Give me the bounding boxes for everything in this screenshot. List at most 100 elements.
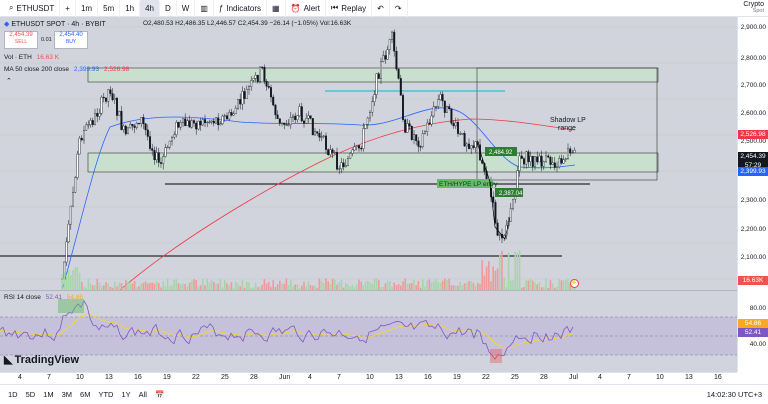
time-axis[interactable]: 4 7 10 13 16 19 22 25 28 Jun 4 7 10 13 16 19 22 25 28 Jul 4 7… (0, 372, 737, 384)
candle-body (261, 66, 264, 69)
volume-bar (279, 280, 281, 290)
rsi-pane[interactable]: RSI 14 close 52.41 54.86 ◣ TradingView (0, 290, 737, 372)
candle-body (331, 149, 334, 153)
candle-body (159, 162, 162, 164)
main-chart[interactable]: ETH/HYPE LP entry 2,484.92 2,387.04 Shad… (0, 17, 737, 290)
crypto-badge[interactable]: Crypto Spot (743, 1, 764, 15)
volume-tag: 16.63K (738, 276, 768, 285)
shadow-lp-label: Shadow LP (550, 117, 586, 124)
candle-body (311, 118, 314, 136)
collapse-legend-icon[interactable]: ⌃ (6, 77, 12, 85)
volume-bar (525, 280, 527, 290)
range-all[interactable]: All (135, 390, 151, 399)
range-3m[interactable]: 3M (58, 390, 76, 399)
candle-body (388, 39, 391, 50)
candle-body (155, 152, 158, 161)
volume-bar (241, 279, 244, 290)
alert-button[interactable]: ⏰ Alert (286, 0, 327, 17)
volume-bar (459, 281, 461, 290)
spread-value: 0.01 (41, 37, 52, 43)
candle-body (133, 125, 136, 128)
tf-5m[interactable]: 5m (98, 0, 121, 17)
candle-body (305, 118, 308, 124)
tf-1h[interactable]: 1h (120, 0, 141, 17)
symbol-search[interactable]: ⌕ ETHUSDT (4, 0, 61, 17)
candle-body (118, 110, 121, 116)
volume-bar (70, 275, 72, 290)
add-symbol-button[interactable]: + (60, 0, 76, 17)
candle-body (468, 143, 471, 149)
candle-body (153, 150, 156, 161)
volume-bar (208, 282, 211, 290)
tf-1m[interactable]: 1m (76, 0, 99, 17)
candle-body (347, 157, 350, 166)
candle-body (551, 162, 554, 165)
volume-bar (417, 281, 420, 290)
candle-body (186, 120, 189, 126)
layout-button[interactable]: ▦ (267, 0, 286, 17)
replay-button[interactable]: ⏮ Replay (326, 0, 373, 17)
candle-body (360, 147, 363, 150)
tradingview-logo[interactable]: ◣ TradingView (4, 353, 79, 367)
candle-body (366, 117, 369, 125)
volume-bar (532, 280, 534, 290)
time-label: 10 (656, 374, 664, 381)
price-axis[interactable]: 2,900.00 2,800.00 2,700.00 2,600.00 2,50… (737, 17, 768, 372)
buy-button[interactable]: 2,454.40 BUY (54, 31, 88, 49)
time-label: 22 (192, 374, 200, 381)
candle-body (316, 131, 319, 134)
chart-type-button[interactable]: ▥ (195, 0, 214, 17)
candle-body (263, 67, 266, 82)
volume-bar (369, 282, 371, 290)
range-5d[interactable]: 5D (22, 390, 40, 399)
sell-button[interactable]: 2,454.39 SELL (4, 31, 38, 49)
redo-button[interactable]: ↷ (390, 0, 408, 17)
volume-bar (496, 268, 499, 290)
volume-bar (373, 278, 376, 290)
chart-title: ◆ ETHUSDT SPOT · 4h · BYBIT (4, 21, 106, 28)
clock[interactable]: 14:02:30 UTC+3 (707, 390, 762, 399)
volume-bar (422, 279, 424, 290)
candle-body (474, 141, 477, 148)
volume-bar (166, 278, 169, 290)
undo-button[interactable]: ↶ (372, 0, 390, 17)
candle-body (375, 73, 378, 95)
ma200-tag: 2,526.98 (738, 130, 768, 139)
indicators-button[interactable]: ƒ Indicators (214, 0, 268, 17)
goto-date-icon[interactable]: 📅 (151, 390, 168, 399)
candle-body (67, 223, 70, 243)
candle-body (254, 74, 257, 79)
volume-bar (155, 281, 158, 290)
candle-body (439, 94, 442, 100)
candle-body (201, 119, 204, 126)
candle-body (380, 61, 383, 79)
candle-body (358, 145, 361, 149)
candle-body (364, 124, 367, 129)
candle-body (351, 149, 354, 154)
candle-body (329, 149, 332, 156)
range-6m[interactable]: 6M (76, 390, 94, 399)
time-label: 28 (250, 374, 258, 381)
candle-body (91, 120, 94, 125)
volume-bar (213, 281, 215, 290)
volume-bar (177, 283, 180, 290)
volume-bar (448, 278, 450, 290)
lightning-icon[interactable]: ⚡ (570, 279, 579, 288)
candle-body (225, 115, 228, 120)
tf-w[interactable]: W (177, 0, 196, 17)
volume-bar (518, 250, 521, 290)
tf-4h[interactable]: 4h (140, 0, 160, 17)
candle-body (457, 122, 460, 134)
plus-icon: + (65, 3, 70, 13)
candle-body (85, 124, 88, 131)
volume-bar (129, 283, 131, 290)
volume-bar (195, 279, 197, 290)
range-1y[interactable]: 1Y (117, 390, 134, 399)
volume-bar (96, 278, 98, 290)
range-1d[interactable]: 1D (4, 390, 22, 399)
volume-bar (567, 278, 569, 290)
tf-d[interactable]: D (160, 0, 177, 17)
candle-body (318, 132, 321, 138)
range-1m[interactable]: 1M (39, 390, 57, 399)
range-ytd[interactable]: YTD (94, 390, 117, 399)
